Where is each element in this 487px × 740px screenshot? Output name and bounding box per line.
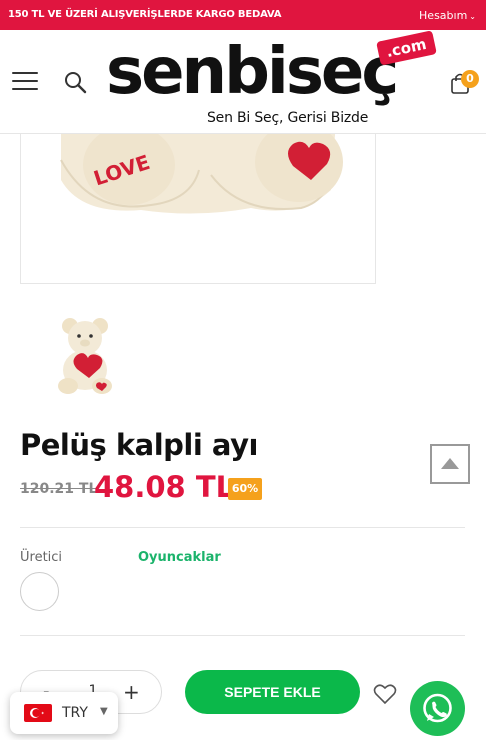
account-label: Hesabım (419, 9, 468, 22)
heart-icon[interactable] (373, 683, 397, 705)
discount-badge: 60% (228, 478, 262, 500)
vendor-label: Üretici (20, 550, 63, 565)
currency-code: TRY (62, 705, 88, 721)
variant-swatch[interactable] (20, 572, 59, 611)
teddy-thumbnail-image (58, 318, 112, 394)
currency-selector[interactable]: TRY ▼ (10, 692, 118, 734)
promo-text: 150 TL VE ÜZERİ ALIŞVERİŞLERDE KARGO BED… (8, 9, 282, 20)
account-menu[interactable]: Hesabım ⌄ (419, 9, 476, 22)
old-price: 120.21 TL (20, 481, 98, 497)
logo-wordmark: senbiseç (106, 35, 399, 109)
quantity-increase-button[interactable]: + (123, 680, 140, 704)
chevron-up-icon (441, 458, 459, 469)
back-to-top-button[interactable] (430, 444, 470, 484)
caret-down-icon: ▼ (100, 706, 108, 717)
whatsapp-icon (423, 693, 452, 723)
site-header: senbiseç .com Sen Bi Seç, Gerisi Bizde 0 (0, 30, 486, 134)
search-icon[interactable] (63, 70, 87, 94)
promo-bar: 150 TL VE ÜZERİ ALIŞVERİŞLERDE KARGO BED… (0, 0, 486, 30)
hamburger-menu-icon[interactable] (12, 72, 38, 92)
logo-tagline: Sen Bi Seç, Gerisi Bizde (207, 110, 369, 126)
sale-price: 48.08 TL (94, 470, 235, 504)
divider (20, 635, 465, 636)
cart-count-badge: 0 (461, 70, 479, 88)
product-page: LOVE 150 TL VE ÜZERİ ALIŞVERİŞLERDE KARG… (0, 0, 487, 740)
vendor-link[interactable]: Oyuncaklar (138, 550, 221, 565)
whatsapp-chat-button[interactable] (410, 681, 465, 736)
divider (20, 527, 465, 528)
add-to-cart-button[interactable]: SEPETE EKLE (185, 670, 360, 714)
product-thumbnail[interactable] (50, 312, 120, 396)
turkey-flag-icon (24, 704, 52, 722)
product-title: Pelüş kalpli ayı (20, 428, 258, 462)
chevron-down-icon: ⌄ (469, 12, 476, 21)
site-logo[interactable]: senbiseç .com Sen Bi Seç, Gerisi Bizde (106, 30, 437, 130)
